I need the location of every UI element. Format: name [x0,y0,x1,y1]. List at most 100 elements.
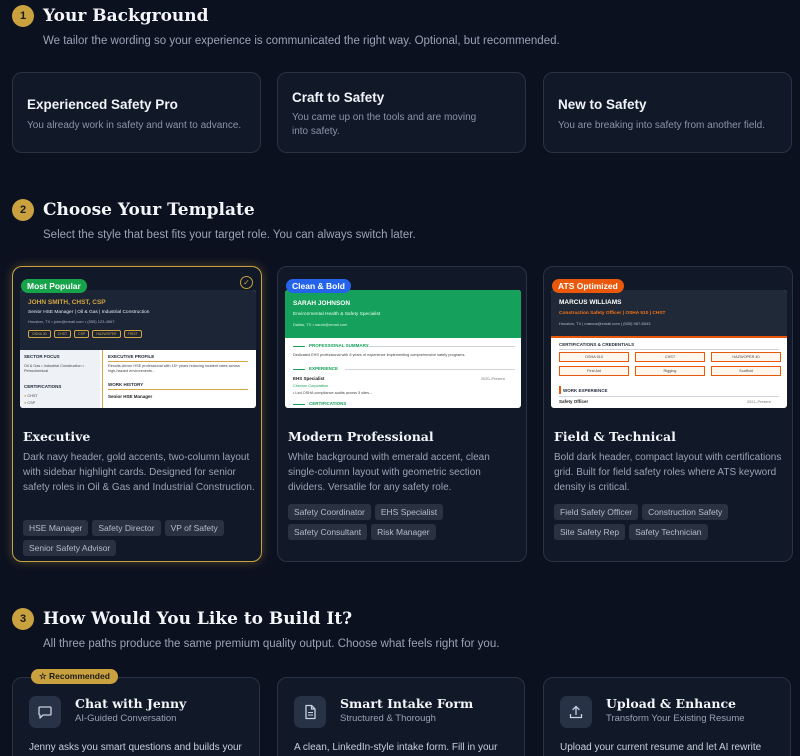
step-number: 2 [12,199,34,221]
option-title: Chat with Jenny [75,696,187,711]
preview-work-history: WORK HISTORY [108,382,144,387]
section-title: How Would You Like to Build It? [43,609,353,629]
preview-name: MARCUS WILLIAMS [559,299,622,306]
template-description: Dark navy header, gold accents, two-colu… [23,452,255,493]
background-option-craft[interactable]: Craft to Safety You came up on the tools… [277,72,526,153]
badge-ats-optimized: ATS Optimized [552,279,624,293]
role-tag: HSE Manager [23,520,89,536]
section-title: Choose Your Template [43,200,255,220]
template-card-modern[interactable]: Clean & Bold SARAH JOHNSON Environmental… [277,266,527,562]
preview-contact: Dallas, TX • sarah@email.com [293,322,348,327]
preview-name: JOHN SMITH, CHST, CSP [28,299,106,306]
preview-chip: CHST [53,330,72,338]
preview-cert: ● CHST [24,394,38,398]
preview-certifications: CERTIFICATIONS [309,401,347,406]
preview-chip: HAZWOPER [92,330,121,338]
build-option-form[interactable]: Smart Intake Form Structured & Thorough … [277,677,525,756]
preview-chip: OSHA 30 [28,330,51,338]
role-tag: Risk Manager [371,524,436,540]
preview-summary: PROFESSIONAL SUMMARY [309,343,369,348]
preview-role: Construction Safety Officer | OSHA 510 |… [559,311,666,316]
option-title: Smart Intake Form [340,696,474,711]
template-tags: HSE Manager Safety Director VP of Safety… [23,520,259,556]
template-card-executive[interactable]: Most Popular ✓ JOHN SMITH, CHST, CSP Sen… [12,266,262,562]
section-subtitle: We tailor the wording so your experience… [43,35,560,47]
recommended-badge: ☆ Recommended [31,669,118,684]
preview-job: Safety Officer [559,399,589,404]
preview-certs-head: CERTIFICATIONS & CREDENTIALS [559,342,635,347]
template-preview-field: MARCUS WILLIAMS Construction Safety Offi… [551,290,787,408]
preview-cert: ● CSP [24,401,36,405]
section-subtitle: All three paths produce the same premium… [43,638,500,650]
template-tags: Field Safety Officer Construction Safety… [554,504,790,540]
role-tag: Senior Safety Advisor [23,540,117,556]
background-option-experienced[interactable]: Experienced Safety Pro You already work … [12,72,261,153]
role-tag: Construction Safety [642,504,729,520]
template-title: Modern Professional [288,429,434,444]
preview-dates: 2020–Present [481,377,505,381]
preview-company: Chevron Corporation [293,384,329,388]
background-option-new[interactable]: New to Safety You are breaking into safe… [543,72,792,153]
preview-job: EHS Specialist [293,376,325,381]
preview-name: SARAH JOHNSON [293,300,351,307]
preview-certifications: CERTIFICATIONS [24,384,62,389]
preview-contact: Houston, TX • john@email.com • (555) 123… [28,319,115,324]
section-title: Your Background [43,6,209,26]
preview-contact: Houston, TX | marcus@email.com | (555) 9… [559,321,651,326]
preview-job: Senior HSE Manager [108,394,153,399]
preview-work: WORK EXPERIENCE [563,388,608,393]
preview-summary-text: Dedicated EHS professional with 8 years … [293,353,466,357]
section-template-header: 2 Choose Your Template [12,199,255,221]
role-tag: EHS Specialist [374,504,444,520]
badge-most-popular: Most Popular [21,279,87,293]
option-title: New to Safety [558,97,647,112]
option-subtitle: Structured & Thorough [340,713,436,724]
step-number: 1 [12,5,34,27]
preview-sector-focus: SECTOR FOCUS [24,354,60,359]
template-tags: Safety Coordinator EHS Specialist Safety… [288,504,524,540]
role-tag: Field Safety Officer [554,504,639,520]
document-icon [294,696,326,728]
template-card-field[interactable]: ATS Optimized MARCUS WILLIAMS Constructi… [543,266,793,562]
build-option-chat[interactable]: Chat with Jenny AI-Guided Conversation J… [12,677,260,756]
preview-sector-text: Oil & Gas • Industrial Construction • Pe… [24,364,84,373]
preview-role: Senior HSE Manager | Oil & Gas | Industr… [28,310,150,315]
template-description: Bold dark header, compact layout with ce… [554,452,782,493]
preview-cert-cell: Rigging [635,366,705,376]
template-title: Executive [23,429,91,444]
option-subtitle: Transform Your Existing Resume [606,713,745,724]
section-background-header: 1 Your Background [12,5,209,27]
option-description: You are breaking into safety from anothe… [558,120,765,131]
role-tag: Site Safety Rep [554,524,626,540]
badge-clean-bold: Clean & Bold [286,279,351,293]
preview-cert-cell: HAZWOPER 40 [711,352,781,362]
template-description: White background with emerald accent, cl… [288,452,490,493]
check-circle-icon: ✓ [240,276,253,289]
option-title: Upload & Enhance [606,696,737,711]
option-description: You already work in safety and want to a… [27,120,242,131]
section-subtitle: Select the style that best fits your tar… [43,229,416,241]
upload-icon [560,696,592,728]
template-title: Field & Technical [554,429,676,444]
section-build-header: 3 How Would You Like to Build It? [12,608,352,630]
preview-cert-cell: Scaffold [711,366,781,376]
chat-icon [29,696,61,728]
option-description: You came up on the tools and are moving … [292,112,477,137]
build-option-upload[interactable]: Upload & Enhance Transform Your Existing… [543,677,791,756]
option-title: Experienced Safety Pro [27,97,178,112]
preview-bullet: • Led OSHA compliance audits across 5 si… [293,391,373,395]
option-title: Craft to Safety [292,90,385,105]
preview-exec-profile: EXECUTIVE PROFILE [108,354,155,359]
preview-exec-text: Results-driven HSE professional with 15+… [108,364,240,373]
preview-experience: EXPERIENCE [309,366,339,371]
role-tag: VP of Safety [164,520,224,536]
role-tag: Safety Consultant [288,524,368,540]
option-subtitle: AI-Guided Conversation [75,713,177,724]
role-tag: Safety Coordinator [288,504,371,520]
preview-dates: 2021–Present [747,400,771,404]
preview-cert-cell: First Aid [559,366,629,376]
option-description: Upload your current resume and let AI re… [560,742,762,753]
option-description: Jenny asks you smart questions and build… [29,742,242,753]
role-tag: Safety Director [92,520,161,536]
preview-cert-cell: CHST [635,352,705,362]
